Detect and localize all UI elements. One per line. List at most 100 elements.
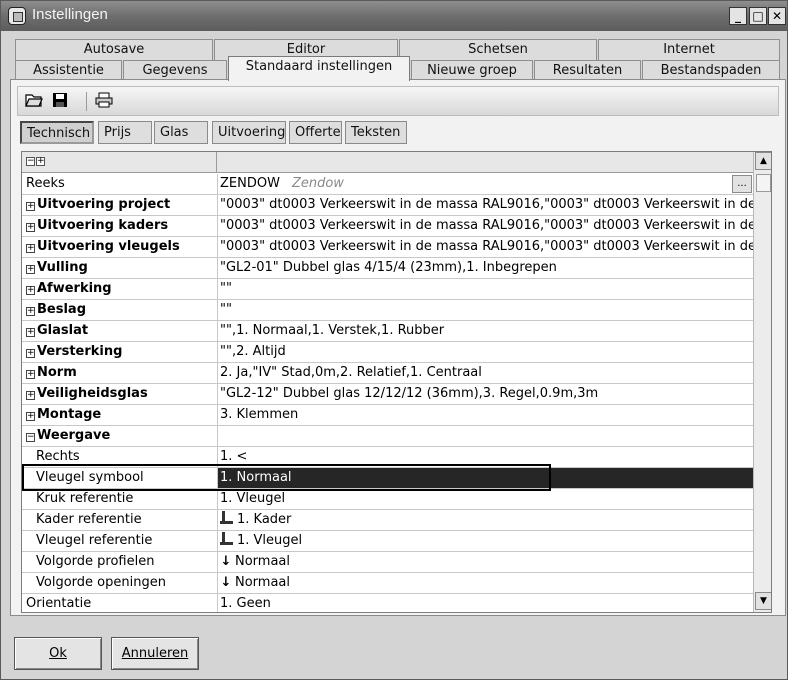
property-value-text: Normaal	[235, 554, 291, 569]
grid-row[interactable]: Kruk referentie 1. Vleugel	[22, 489, 753, 510]
property-value[interactable]: "GL2-12" Dubbel glas 12/12/12 (36mm),3. …	[217, 384, 753, 404]
grid-row[interactable]: Vleugel referentie 1. Vleugel	[22, 531, 753, 552]
property-label: Afwerking	[37, 281, 112, 296]
expand-icon[interactable]: +	[26, 244, 35, 253]
subtab-offerte[interactable]: Offerte	[289, 121, 342, 144]
grid-header: − +	[22, 152, 753, 173]
save-disk-icon[interactable]	[50, 92, 70, 110]
property-value[interactable]: 1. Geen	[217, 594, 753, 612]
expand-all-icon[interactable]: +	[36, 157, 45, 166]
grid-row[interactable]: + Uitvoering kaders "0003" dt0003 Verkeers…	[22, 216, 753, 237]
tab-resultaten[interactable]: Resultaten	[534, 60, 641, 81]
grid-row[interactable]: + Vulling "GL2-01" Dubbel glas 4/15/4 (23m…	[22, 258, 753, 279]
grid-row[interactable]: Rechts 1. <	[22, 447, 753, 468]
property-value[interactable]: "0003" dt0003 Verkeerswit in de massa RA…	[217, 195, 753, 215]
scroll-up-button[interactable]: ▲	[755, 152, 771, 170]
property-value[interactable]: ↓ Normaal	[217, 573, 753, 593]
subtab-glas[interactable]: Glas	[154, 121, 208, 144]
close-button[interactable]: ✕	[768, 7, 786, 25]
ok-button[interactable]: Ok	[14, 637, 102, 670]
collapse-all-icon[interactable]: −	[26, 157, 35, 166]
grid-row[interactable]: + Montage 3. Klemmen	[22, 405, 753, 426]
print-icon[interactable]	[94, 92, 114, 110]
property-label: Orientatie	[26, 596, 92, 611]
property-value[interactable]: 1. Normaal	[217, 468, 753, 488]
property-value[interactable]: 2. Ja,"IV" Stad,0m,2. Relatief,1. Centra…	[217, 363, 753, 383]
expand-icon[interactable]: +	[26, 412, 35, 421]
property-label: Versterking	[37, 344, 123, 359]
scroll-thumb[interactable]	[756, 174, 771, 192]
title-bar[interactable]: Instellingen _ □ ✕	[1, 1, 787, 31]
grid-row[interactable]: − Weergave	[22, 426, 753, 447]
grid-row[interactable]: Reeks ZENDOW Zendow...	[22, 174, 753, 195]
property-value[interactable]: ""	[217, 279, 753, 299]
property-value-text: 1. Normaal	[220, 470, 292, 485]
tab-standaard-instellingen[interactable]: Standaard instellingen	[228, 56, 410, 81]
property-value[interactable]: "GL2-01" Dubbel glas 4/15/4 (23mm),1. In…	[217, 258, 753, 278]
expand-icon[interactable]: +	[26, 328, 35, 337]
property-value[interactable]: "0003" dt0003 Verkeerswit in de massa RA…	[217, 216, 753, 236]
tab-internet[interactable]: Internet	[598, 39, 780, 60]
property-value[interactable]	[217, 426, 753, 446]
grid-row[interactable]: + Norm 2. Ja,"IV" Stad,0m,2. Relatief,1. C…	[22, 363, 753, 384]
scroll-down-button[interactable]: ▼	[755, 592, 771, 610]
property-name: + Veiligheidsglas	[22, 384, 216, 404]
toolbar	[17, 86, 779, 116]
expand-icon[interactable]: +	[26, 223, 35, 232]
property-value[interactable]: ""	[217, 300, 753, 320]
property-value[interactable]: "",2. Altijd	[217, 342, 753, 362]
collapse-icon[interactable]: −	[26, 433, 35, 442]
subtab-teksten[interactable]: Teksten	[345, 121, 407, 144]
property-value[interactable]: 3. Klemmen	[217, 405, 753, 425]
expand-icon[interactable]: +	[26, 307, 35, 316]
grid-row[interactable]: Kader referentie 1. Kader	[22, 510, 753, 531]
subtab-technisch[interactable]: Technisch	[20, 121, 94, 144]
property-value[interactable]: 1. Vleugel	[217, 531, 753, 551]
minimize-button[interactable]: _	[729, 7, 747, 25]
grid-row[interactable]: Orientatie 1. Geen	[22, 594, 753, 612]
property-value[interactable]: "",1. Normaal,1. Verstek,1. Rubber	[217, 321, 753, 341]
vertical-scrollbar[interactable]: ▲ ▼	[753, 152, 771, 612]
tab-gegevens[interactable]: Gegevens	[123, 60, 227, 81]
grid-row[interactable]: + Afwerking ""	[22, 279, 753, 300]
expand-icon[interactable]: +	[26, 370, 35, 379]
tab-autosave[interactable]: Autosave	[15, 39, 213, 60]
property-name: Vleugel referentie	[22, 531, 216, 551]
grid-row[interactable]: Vleugel symbool 1. Normaal	[22, 468, 753, 489]
grid-row[interactable]: Volgorde profielen ↓ Normaal	[22, 552, 753, 573]
expand-icon[interactable]: +	[26, 391, 35, 400]
property-value[interactable]: 1. Kader	[217, 510, 753, 530]
browse-button[interactable]: ...	[732, 175, 752, 193]
expand-icon[interactable]: +	[26, 265, 35, 274]
property-value-text: 3. Klemmen	[220, 407, 299, 422]
maximize-button[interactable]: □	[749, 7, 767, 25]
grid-row[interactable]: Volgorde openingen ↓ Normaal	[22, 573, 753, 594]
cancel-button[interactable]: Annuleren	[111, 637, 199, 670]
tab-assistentie[interactable]: Assistentie	[15, 60, 122, 81]
property-value-text: "0003" dt0003 Verkeerswit in de massa RA…	[220, 197, 753, 212]
arrow-down-icon: ↓	[220, 575, 232, 590]
property-value[interactable]: 1. Vleugel	[217, 489, 753, 509]
grid-row[interactable]: + Uitvoering project "0003" dt0003 Verkeer…	[22, 195, 753, 216]
property-label: Glaslat	[37, 323, 89, 338]
property-value[interactable]: 1. <	[217, 447, 753, 467]
grid-row[interactable]: + Glaslat "",1. Normaal,1. Verstek,1. Rubb…	[22, 321, 753, 342]
open-folder-icon[interactable]	[24, 92, 44, 110]
grid-row[interactable]: + Uitvoering vleugels "0003" dt0003 Verkee…	[22, 237, 753, 258]
subtab-prijs[interactable]: Prijs	[98, 121, 152, 144]
property-name: Vleugel symbool	[22, 468, 216, 488]
expand-icon[interactable]: +	[26, 349, 35, 358]
tab-schetsen[interactable]: Schetsen	[399, 39, 597, 60]
expand-icon[interactable]: +	[26, 202, 35, 211]
tab-nieuwe-groep[interactable]: Nieuwe groep	[411, 60, 533, 81]
property-value[interactable]: ZENDOW Zendow	[217, 174, 753, 194]
expand-icon[interactable]: +	[26, 286, 35, 295]
property-value-text: 1. Vleugel	[237, 533, 303, 548]
property-value[interactable]: ↓ Normaal	[217, 552, 753, 572]
tab-bestandspaden[interactable]: Bestandspaden	[642, 60, 780, 81]
grid-row[interactable]: + Versterking "",2. Altijd	[22, 342, 753, 363]
grid-row[interactable]: + Beslag ""	[22, 300, 753, 321]
grid-row[interactable]: + Veiligheidsglas "GL2-12" Dubbel glas 12/…	[22, 384, 753, 405]
property-value[interactable]: "0003" dt0003 Verkeerswit in de massa RA…	[217, 237, 753, 257]
subtab-uitvoering[interactable]: Uitvoering	[212, 121, 286, 144]
